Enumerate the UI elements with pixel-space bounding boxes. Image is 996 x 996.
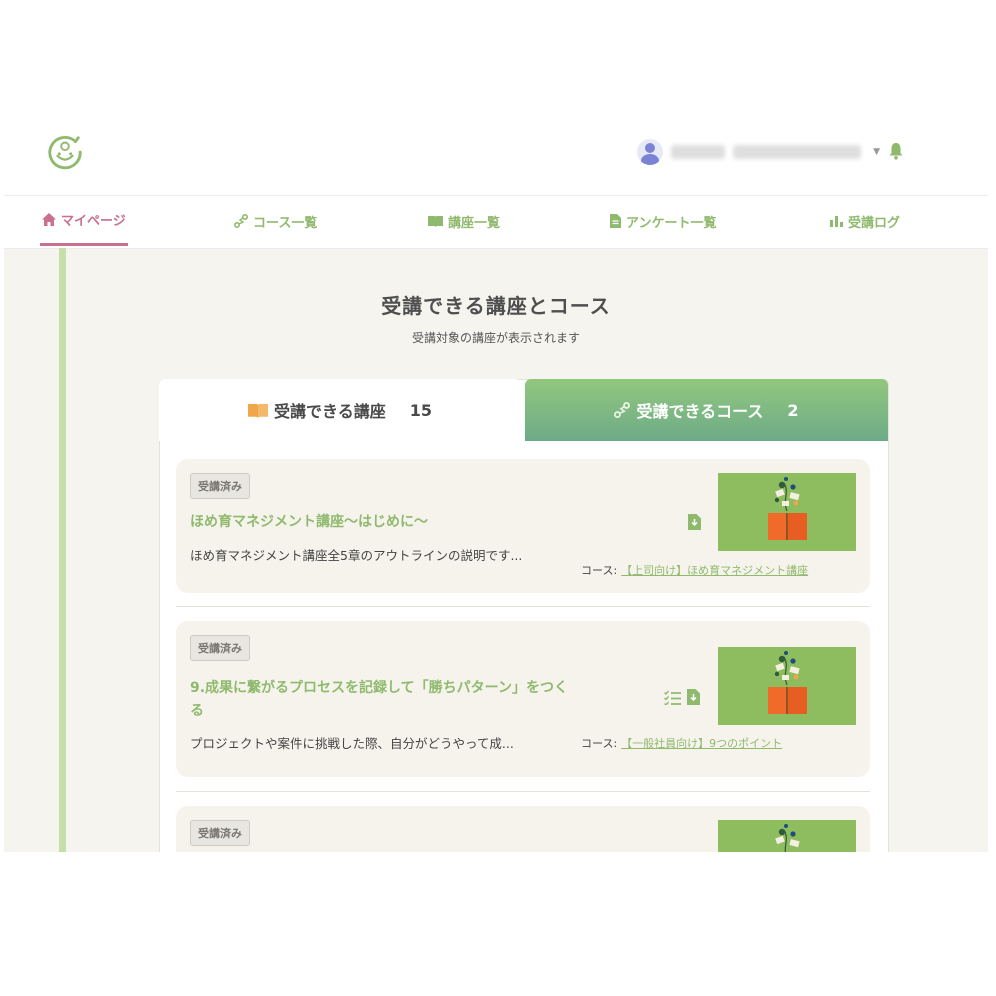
content-panel [159,379,889,852]
app-window: ▼ マイページ コース一覧 講座一覧 アンケート一覧 受講ログ 受講できる講座と… [4,100,988,852]
avatar [637,139,664,165]
lecture-icons [688,514,701,530]
lecture-title[interactable]: 9.成果に繋がるプロセスを記録して「勝ちパターン」をつくる [190,677,570,723]
nav-item-course-list[interactable]: コース一覧 [234,196,317,246]
user-name-redacted [671,145,726,159]
download-file-icon[interactable] [688,514,701,530]
status-badge: 受講済み [190,820,250,846]
bell-icon[interactable] [888,142,904,160]
lecture-icons [664,689,700,705]
course-prefix: コース: [581,737,618,750]
bar-chart-icon [830,216,843,227]
lecture-description: プロジェクトや案件に挑戦した際、自分がどうやって成... [190,736,514,751]
user-menu[interactable]: ▼ [637,138,880,166]
page-title: 受講できる講座とコース [381,294,611,318]
lecture-card[interactable]: 受講済み [176,806,870,852]
course-link[interactable]: 【上司向け】ほめ育マネジメント講座 [621,564,808,577]
tab-label: 受講できるコース [636,402,764,421]
nav-item-lecture-list[interactable]: 講座一覧 [428,196,500,246]
lecture-description: ほめ育マネジメント講座全5章のアウトラインの説明です... [190,548,523,563]
tab-available-lectures[interactable]: 受講できる講座 15 [159,379,521,441]
book-icon [428,216,443,227]
status-badge: 受講済み [190,635,250,661]
nav-item-label: コース一覧 [253,215,318,231]
lecture-title[interactable]: ほめ育マネジメント講座〜はじめに〜 [190,511,570,534]
divider [176,606,870,607]
course-prefix: コース: [581,564,618,577]
nav-item-mypage[interactable]: マイページ [40,196,128,246]
download-file-icon[interactable] [687,689,700,705]
main-nav: マイページ コース一覧 講座一覧 アンケート一覧 受講ログ [4,196,988,249]
course-line: コース: 【上司向け】ほめ育マネジメント講座 [581,562,808,578]
book-illustration-icon [775,824,800,852]
chevron-down-icon: ▼ [873,147,880,157]
book-icon [248,403,269,418]
book-illustration-icon [768,477,807,540]
lecture-card[interactable]: 受講済み ほめ育マネジメント講座〜はじめに〜 ほめ育マネジメント講座全5章のアウ… [176,459,870,593]
status-badge: 受講済み [190,473,250,499]
user-org-redacted [733,145,862,159]
course-link[interactable]: 【一般社員向け】9つのポイント [621,737,782,750]
route-icon [234,214,248,228]
book-illustration-icon [768,651,807,714]
nav-item-label: マイページ [61,214,126,229]
nav-item-label: 受講ログ [848,215,901,231]
nav-item-survey-list[interactable]: アンケート一覧 [610,196,716,246]
tab-label: 受講できる講座 [274,402,386,421]
tab-count: 2 [787,400,799,420]
home-icon [42,213,56,226]
tab-count: 15 [409,400,432,420]
checklist-icon[interactable] [664,690,681,705]
nav-item-learning-log[interactable]: 受講ログ [830,196,900,246]
nav-item-label: アンケート一覧 [626,215,717,231]
lecture-thumbnail[interactable] [718,647,856,725]
document-icon [610,214,621,228]
course-line: コース: 【一般社員向け】9つのポイント [581,735,782,751]
logo-icon[interactable] [46,133,84,171]
lecture-thumbnail[interactable] [718,820,856,852]
route-icon [614,402,631,418]
divider [176,791,870,792]
tab-available-courses[interactable]: 受講できるコース 2 [525,379,888,441]
page-subtitle: 受講対象の講座が表示されます [411,331,580,345]
lecture-thumbnail[interactable] [718,473,856,551]
nav-item-label: 講座一覧 [448,215,501,231]
lecture-card[interactable]: 受講済み 9.成果に繋がるプロセスを記録して「勝ちパターン」をつくる プロジェク… [176,621,870,777]
header: ▼ [4,100,988,196]
